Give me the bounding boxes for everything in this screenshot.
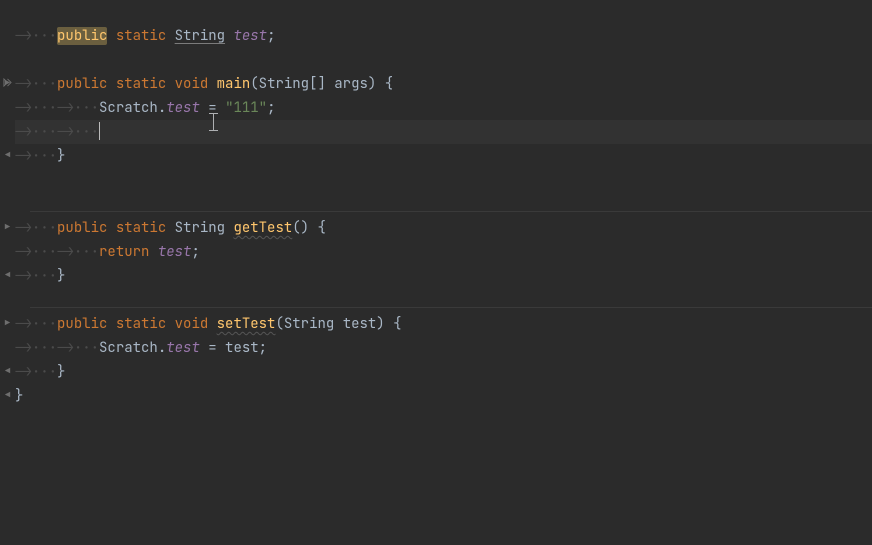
gutter (0, 0, 15, 545)
fold-close-icon[interactable] (0, 360, 15, 380)
code-line[interactable] (15, 48, 872, 72)
code-line[interactable] (15, 192, 872, 216)
code-line[interactable]: ⟶···⟶···Scratch.test = "111"; (15, 96, 872, 120)
code-line[interactable]: ⟶···public static String test; (15, 24, 872, 48)
code-line[interactable]: ⟶···⟶···return test; (15, 240, 872, 264)
text-caret (99, 122, 100, 140)
keyword-public: public (57, 27, 107, 45)
fold-close-icon[interactable] (0, 264, 15, 284)
fold-close-icon[interactable] (0, 384, 15, 404)
code-line[interactable]: ⟶···} (15, 360, 872, 384)
code-line[interactable]: ⟶···public static String getTest() { (15, 216, 872, 240)
code-line[interactable] (15, 168, 872, 192)
code-line[interactable]: ⟶···public static void setTest(String te… (15, 312, 872, 336)
code-line[interactable]: } (15, 384, 872, 408)
fold-open-icon[interactable] (0, 312, 15, 332)
code-line[interactable]: ⟶···⟶···Scratch.test = test; (15, 336, 872, 360)
code-line[interactable]: ⟶···public static void main(String[] arg… (15, 72, 872, 96)
fold-open-icon[interactable] (0, 216, 15, 236)
code-line[interactable] (15, 288, 872, 312)
code-editor[interactable]: ⟶···public static String test; ⟶···publi… (0, 0, 872, 545)
fold-open-icon[interactable] (0, 72, 15, 92)
code-area[interactable]: ⟶···public static String test; ⟶···publi… (15, 0, 872, 545)
fold-close-icon[interactable] (0, 144, 15, 164)
code-line[interactable]: ⟶···} (15, 144, 872, 168)
code-line[interactable]: ⟶···} (15, 264, 872, 288)
code-line-current[interactable]: ⟶···⟶··· (15, 120, 872, 144)
